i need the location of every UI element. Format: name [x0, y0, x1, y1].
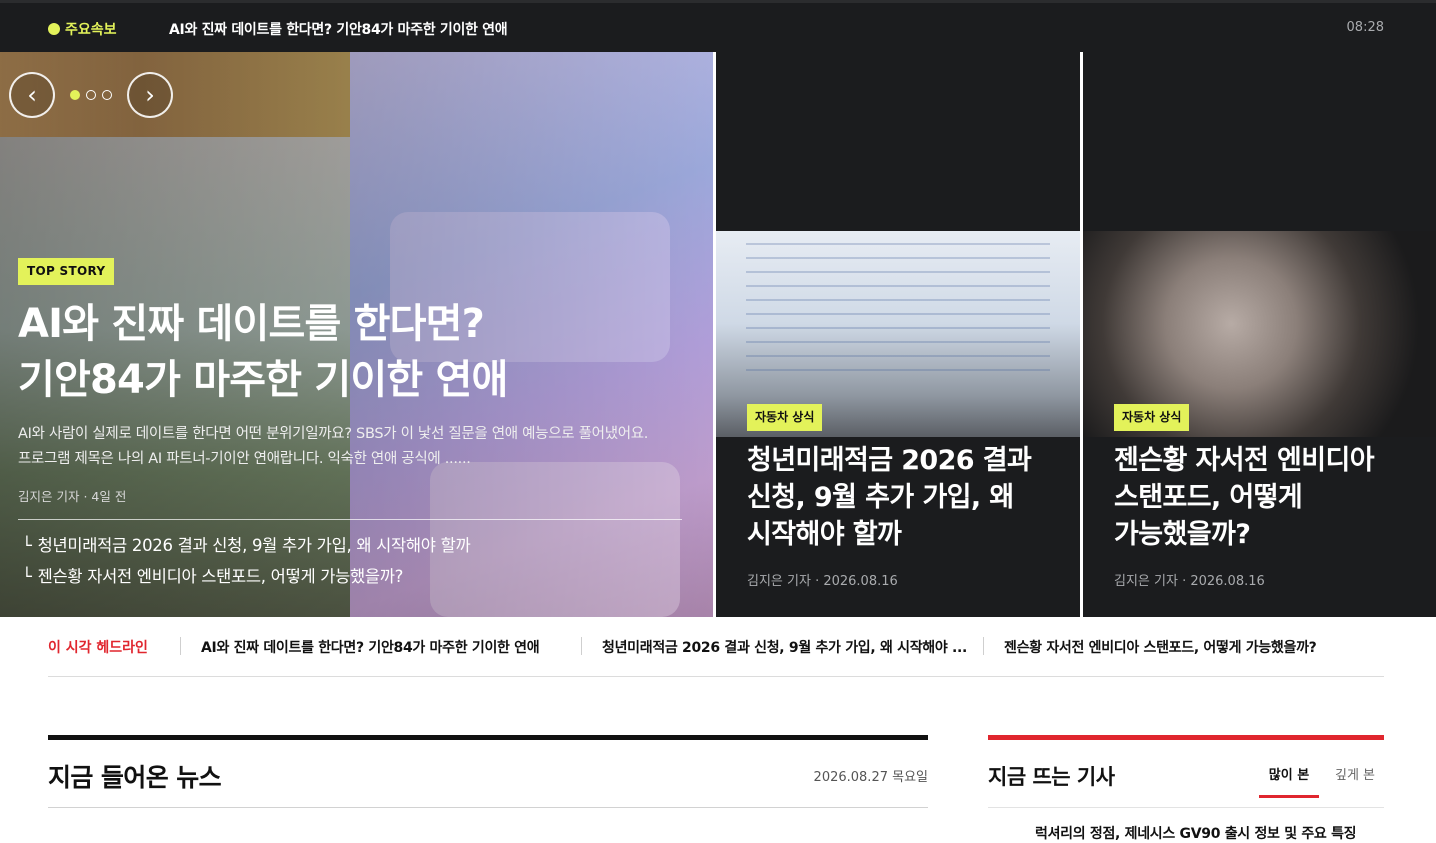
hero-summary-line: AI와 사람이 실제로 데이트를 한다면 어떤 분위기일까요? SBS가 이 낯…	[18, 426, 649, 442]
hero-summary-line: 프로그램 제목은 나의 AI 파트너-기이안 연애랍니다. 익숙한 연애 공식에…	[18, 451, 471, 467]
related-article-link[interactable]: └ 젠슨황 자서전 엔비디아 스탠포드, 어떻게 가능했을까?	[22, 563, 403, 587]
related-arrow-icon: └	[22, 567, 32, 586]
tab-most-viewed[interactable]: 많이 본	[1259, 764, 1319, 798]
ticker-headline-link[interactable]: AI와 진짜 데이트를 한다면? 기안84가 마주한 기이한 연애	[169, 19, 508, 39]
tab-deep-read[interactable]: 깊게 본	[1335, 764, 1375, 783]
related-article-link[interactable]: └ 청년미래적금 2026 결과 신청, 9월 추가 가입, 왜 시작해야 할까	[22, 532, 471, 556]
card-title-line: 스탠포드, 어떻게	[1114, 482, 1303, 513]
carousel-dot[interactable]	[102, 90, 112, 100]
strip-separator	[581, 637, 582, 655]
featured-article-card[interactable]: 자동차 상식 젠슨황 자서전 엔비디아 스탠포드, 어떻게 가능했을까? 김지은…	[1083, 52, 1436, 617]
card-byline: 김지은 기자 · 2026.08.16	[1114, 574, 1265, 589]
breaking-news-ticker: 주요속보 AI와 진짜 데이트를 한다면? 기안84가 마주한 기이한 연애 0…	[0, 0, 1436, 52]
hero-summary: AI와 사람이 실제로 데이트를 한다면 어떤 분위기일까요? SBS가 이 낯…	[18, 422, 688, 472]
related-article-text: 청년미래적금 2026 결과 신청, 9월 추가 가입, 왜 시작해야 할까	[37, 536, 471, 555]
hero-title-line: AI와 진짜 데이트를 한다면?	[18, 301, 485, 347]
ticker-time: 08:28	[1346, 20, 1384, 35]
headlines-strip: 이 시각 헤드라인 AI와 진짜 데이트를 한다면? 기안84가 마주한 기이한…	[48, 617, 1384, 677]
related-arrow-icon: └	[22, 536, 32, 555]
card-byline: 김지은 기자 · 2026.08.16	[747, 574, 898, 589]
section-title: 지금 들어온 뉴스	[48, 763, 222, 792]
hero-divider	[18, 519, 682, 520]
card-title: 청년미래적금 2026 결과 신청, 9월 추가 가입, 왜 시작해야 할까	[747, 442, 1057, 553]
hero-byline: 김지은 기자 · 4일 전	[18, 489, 127, 504]
trending-header: 지금 뜨는 기사 많이 본 깊게 본	[988, 735, 1384, 808]
card-title-line: 청년미래적금 2026 결과	[747, 445, 1032, 476]
latest-news-header: 지금 들어온 뉴스 2026.08.27 목요일	[48, 735, 928, 808]
top-story-badge: TOP STORY	[18, 258, 115, 285]
hero-title[interactable]: AI와 진짜 데이트를 한다면? 기안84가 마주한 기이한 연애	[18, 296, 698, 408]
category-badge: 자동차 상식	[747, 404, 823, 431]
trending-item-link[interactable]: 럭셔리의 정점, 제네시스 GV90 출시 정보 및 주요 특징	[1035, 823, 1357, 843]
card-title-line: 가능했을까?	[1114, 519, 1251, 550]
hero-title-line: 기안84가 마주한 기이한 연애	[18, 357, 508, 403]
card-title-line: 젠슨황 자서전 엔비디아	[1114, 445, 1375, 476]
card-title: 젠슨황 자서전 엔비디아 스탠포드, 어떻게 가능했을까?	[1114, 442, 1424, 553]
carousel-dots	[70, 90, 112, 100]
headline-link[interactable]: 청년미래적금 2026 결과 신청, 9월 추가 가입, 왜 시작해야 ...	[602, 637, 967, 657]
carousel-dot[interactable]	[86, 90, 96, 100]
section-title: 지금 뜨는 기사	[988, 765, 1115, 789]
breaking-news-label-text: 주요속보	[65, 22, 117, 38]
category-badge: 자동차 상식	[1114, 404, 1190, 431]
carousel-next-button[interactable]: ›	[127, 72, 173, 118]
breaking-news-label: 주요속보	[48, 19, 117, 39]
headline-link[interactable]: AI와 진짜 데이트를 한다면? 기안84가 마주한 기이한 연애	[201, 637, 540, 657]
strip-separator	[983, 637, 984, 655]
related-article-text: 젠슨황 자서전 엔비디아 스탠포드, 어떻게 가능했을까?	[37, 567, 404, 586]
hero-top-story[interactable]: ‹ › TOP STORY AI와 진짜 데이트를 한다면? 기안84가 마주한…	[0, 52, 713, 617]
section-date: 2026.08.27 목요일	[813, 770, 928, 785]
headlines-strip-label: 이 시각 헤드라인	[48, 640, 148, 656]
card-title-line: 시작해야 할까	[747, 519, 902, 550]
carousel-prev-button[interactable]: ‹	[9, 72, 55, 118]
headline-link[interactable]: 젠슨황 자서전 엔비디아 스탠포드, 어떻게 가능했을까?	[1004, 637, 1317, 657]
card-title-line: 신청, 9월 추가 가입, 왜	[747, 482, 1014, 513]
thumbnail-document-graphic	[746, 243, 1050, 377]
live-dot-icon	[48, 23, 60, 35]
featured-article-card[interactable]: 자동차 상식 청년미래적금 2026 결과 신청, 9월 추가 가입, 왜 시작…	[716, 52, 1080, 617]
carousel-dot[interactable]	[70, 90, 80, 100]
strip-separator	[180, 637, 181, 655]
